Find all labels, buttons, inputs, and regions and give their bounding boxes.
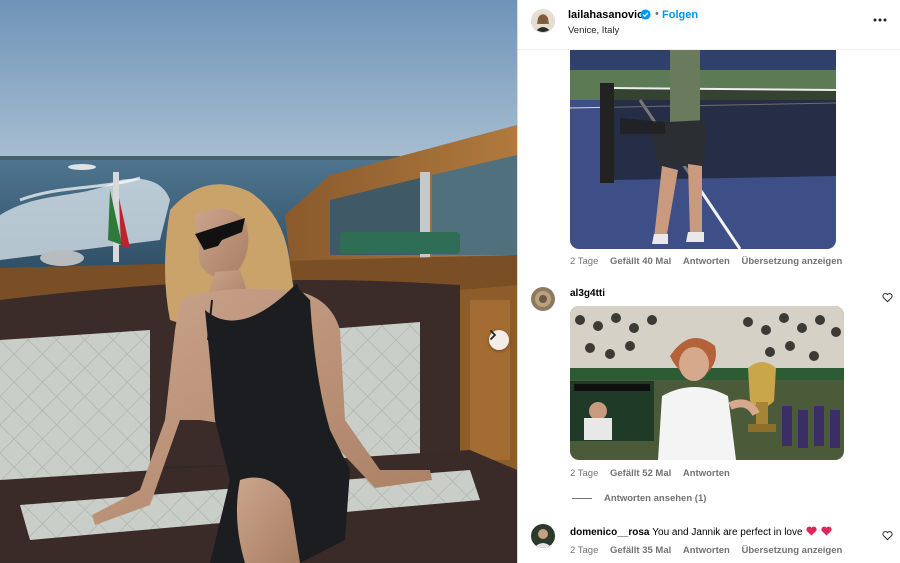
separator-dot: • [655,8,659,20]
commenter-avatar[interactable] [531,524,555,548]
commenter-avatar[interactable] [531,287,555,311]
replies-divider [572,498,592,499]
comment-text: You and Jannik are perfect in love [652,527,803,538]
trophy-gif [570,306,844,460]
comment-likes[interactable]: Gefällt 35 Mal [610,545,671,556]
avatar-image [531,287,555,311]
more-options-icon [873,18,887,22]
reply-button[interactable]: Antworten [683,256,730,267]
post-image [0,0,517,563]
next-image-button[interactable] [489,330,509,350]
post-header: lailahasanovic • Folgen Venice, Italy [518,0,900,50]
comment-username[interactable]: domenico__rosa [570,527,649,538]
like-comment-heart-icon[interactable] [882,292,893,303]
tennis-player-gif [570,48,836,249]
comment-meta: 2 Tage Gefällt 35 Mal Antworten Übersetz… [570,545,851,556]
comment-body: domenico__rosa You and Jannik are perfec… [570,526,832,538]
follow-button[interactable]: Folgen [662,9,698,21]
view-replies-button[interactable]: Antworten ansehen (1) [572,493,706,504]
heart-emoji-icon [806,526,817,536]
comment-time: 2 Tage [570,545,599,556]
chevron-right-icon [490,330,496,340]
more-options-button[interactable] [870,13,890,27]
verified-badge-icon [640,9,651,20]
comment-username[interactable]: al3g4tti [570,288,605,299]
comment-likes[interactable]: Gefällt 40 Mal [610,256,671,267]
author-username[interactable]: lailahasanovic [568,9,643,21]
comment-meta: 2 Tage Gefällt 52 Mal Antworten [570,468,739,479]
avatar-image [531,524,555,548]
comments-panel: lailahasanovic • Folgen Venice, Italy 2 … [517,0,900,563]
comment-likes[interactable]: Gefällt 52 Mal [610,468,671,479]
comment-time: 2 Tage [570,468,599,479]
avatar-image [532,10,554,32]
boat-photo [0,0,517,563]
heart-emoji-icon [821,526,832,536]
view-replies-label: Antworten ansehen (1) [604,493,707,504]
reply-button[interactable]: Antworten [683,468,730,479]
comment-meta: 2 Tage Gefällt 40 Mal Antworten Übersetz… [570,256,851,267]
post-location[interactable]: Venice, Italy [568,25,619,36]
author-avatar[interactable] [531,9,555,33]
comment-time: 2 Tage [570,256,599,267]
translate-button[interactable]: Übersetzung anzeigen [742,256,843,267]
translate-button[interactable]: Übersetzung anzeigen [742,545,843,556]
reply-button[interactable]: Antworten [683,545,730,556]
comment-gif-trophy[interactable] [570,306,844,460]
comment-gif-tennis[interactable] [570,48,836,249]
like-comment-heart-icon[interactable] [882,530,893,541]
